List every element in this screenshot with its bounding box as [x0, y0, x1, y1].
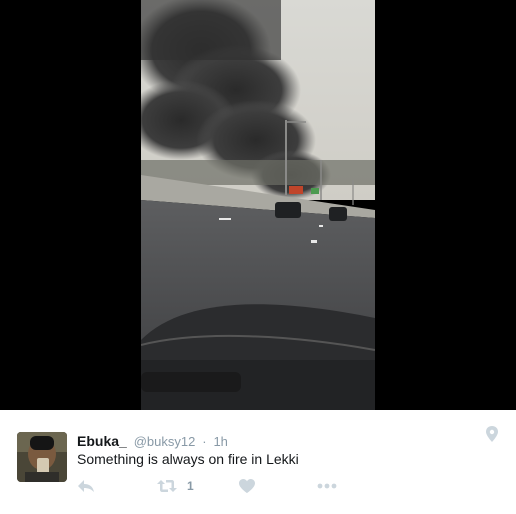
- reply-button[interactable]: [77, 470, 95, 502]
- timestamp[interactable]: 1h: [213, 434, 227, 449]
- like-button[interactable]: [239, 470, 255, 502]
- more-dots-icon: [317, 483, 337, 489]
- user-handle[interactable]: @buksy12: [134, 434, 196, 449]
- display-name[interactable]: Ebuka_: [77, 433, 127, 449]
- heart-icon: [239, 479, 255, 493]
- separator: ·: [202, 434, 207, 449]
- tweet-header: Ebuka_ @buksy12 · 1h: [77, 432, 228, 450]
- retweet-count: 1: [187, 479, 194, 493]
- media-photo[interactable]: [141, 0, 375, 410]
- tweet-media[interactable]: [0, 0, 516, 410]
- more-button[interactable]: [317, 470, 337, 502]
- tweet-actions: 1: [0, 470, 516, 502]
- reply-icon: [77, 479, 95, 493]
- retweet-icon: [157, 479, 177, 493]
- retweet-button[interactable]: 1: [157, 470, 194, 502]
- location-pin-icon[interactable]: [485, 426, 499, 442]
- tweet-text: Something is always on fire in Lekki: [77, 451, 299, 467]
